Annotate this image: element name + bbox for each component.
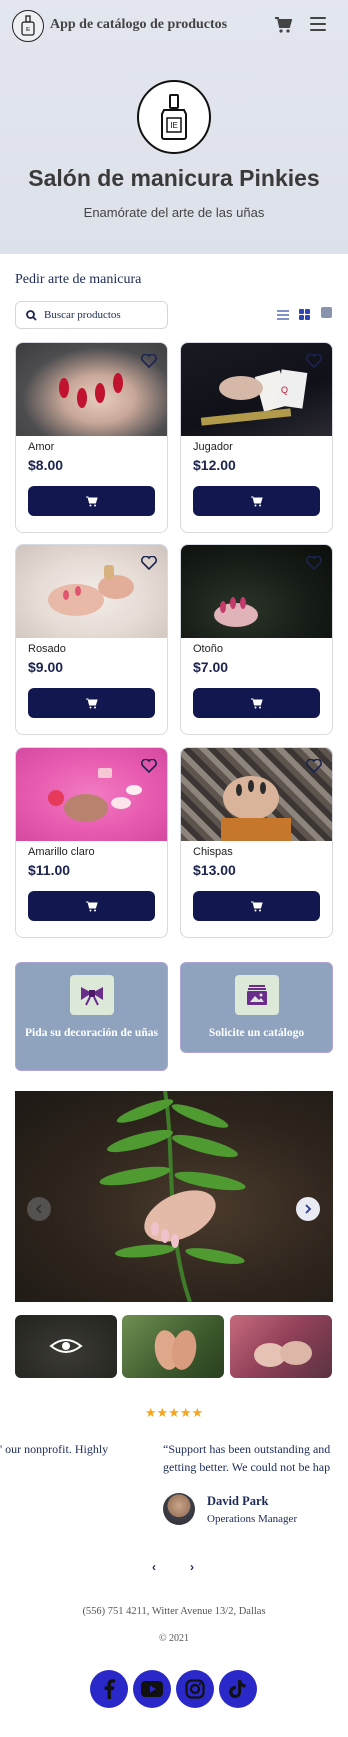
avatar [163, 1493, 195, 1525]
add-to-cart-button[interactable] [28, 688, 155, 718]
rating-stars: ★★★★★ [144, 1405, 204, 1420]
cart-icon [250, 698, 263, 708]
thumbnail[interactable] [230, 1315, 332, 1378]
testimonial-quote-line2: getting better. We could not be hap [163, 1460, 331, 1474]
testimonial-role: Operations Manager [207, 1513, 298, 1525]
footer-copyright: © 2021 [158, 1633, 190, 1644]
fern-hand-image [99, 1091, 246, 1302]
slider-prev-button[interactable] [27, 1197, 51, 1221]
product-card[interactable]: Chispas $13.00 [180, 747, 333, 938]
footer-address: (556) 751 4211, Witter Avenue 13/2, Dall… [82, 1606, 266, 1617]
image-slider[interactable] [15, 1091, 333, 1302]
hero-subtitle: Enamórate del arte de las uñas [83, 205, 265, 220]
youtube-button[interactable] [133, 1670, 171, 1708]
salon-logo-icon: IE [137, 80, 211, 154]
grid-view-icon[interactable] [299, 309, 310, 320]
testimonial-quote-prev: ' our nonprofit. Highly [0, 1442, 109, 1456]
thumbnail-hands-image [154, 1330, 197, 1370]
list-view-icon[interactable] [277, 310, 289, 320]
product-card[interactable]: Rosado $9.00 [15, 544, 168, 735]
cart-icon [85, 698, 98, 708]
svg-text:IE: IE [26, 27, 31, 33]
heart-icon[interactable] [306, 556, 322, 570]
search-input[interactable]: Buscar productos [15, 301, 168, 329]
slider-next-button[interactable] [296, 1197, 320, 1221]
facebook-button[interactable] [90, 1670, 128, 1708]
order-decoration-label: Pida su decoración de uñas [25, 1027, 158, 1039]
heart-icon[interactable] [306, 354, 322, 368]
chevron-left-icon [35, 1204, 42, 1214]
cart-icon [250, 901, 263, 911]
order-decoration-tile[interactable]: Pida su decoración de uñas [15, 962, 168, 1071]
cart-icon [85, 901, 98, 911]
thumbnail[interactable] [122, 1315, 224, 1378]
product-price: $12.00 [193, 457, 236, 473]
product-name: Chispas [193, 846, 233, 858]
request-catalog-tile[interactable]: Solicite un catálogo [180, 962, 333, 1053]
add-to-cart-button[interactable] [193, 688, 320, 718]
product-name: Jugador [193, 441, 233, 453]
product-name: Amarillo claro [28, 846, 95, 858]
chevron-right-icon [305, 1204, 312, 1214]
product-name: Amor [28, 441, 55, 453]
app-title: App de catálogo de productos [50, 17, 228, 32]
add-to-cart-button[interactable] [193, 486, 320, 516]
svg-text:Q: Q [281, 385, 288, 395]
top-bar: IE App de catálogo de productos [0, 0, 348, 50]
hamburger-menu-icon[interactable] [310, 17, 326, 33]
heart-icon[interactable] [141, 759, 157, 773]
thumbnail[interactable] [15, 1315, 117, 1378]
cart-icon [85, 496, 98, 506]
product-price: $11.00 [28, 862, 71, 878]
svg-text:IE: IE [170, 121, 178, 130]
product-name: Rosado [28, 643, 66, 655]
product-card[interactable]: Otoño $7.00 [180, 544, 333, 735]
add-to-cart-button[interactable] [193, 891, 320, 921]
heart-icon[interactable] [141, 556, 157, 570]
heart-icon[interactable] [141, 354, 157, 368]
cart-icon[interactable] [274, 16, 293, 34]
logo-icon[interactable]: IE [12, 10, 44, 42]
facebook-icon [104, 1679, 115, 1699]
bow-icon [70, 975, 114, 1015]
add-to-cart-button[interactable] [28, 486, 155, 516]
product-card[interactable]: Amor $8.00 [15, 342, 168, 533]
section-title: Pedir arte de manicura [15, 272, 142, 287]
product-card[interactable]: Q Jugador $12.00 [180, 342, 333, 533]
tiktok-icon [229, 1680, 246, 1698]
search-icon [26, 310, 37, 321]
thumbnail-hands-image [254, 1341, 312, 1367]
product-price: $7.00 [193, 659, 229, 675]
testimonial-next-button[interactable]: › [190, 1560, 194, 1574]
eye-icon [49, 1339, 83, 1353]
product-card[interactable]: Amarillo claro $11.00 [15, 747, 168, 938]
tiktok-button[interactable] [219, 1670, 257, 1708]
product-price: $13.00 [193, 862, 236, 878]
instagram-icon [185, 1679, 205, 1699]
hero-title: Salón de manicura Pinkies [28, 165, 320, 191]
single-view-icon[interactable] [321, 307, 332, 318]
product-price: $9.00 [28, 659, 64, 675]
request-catalog-label: Solicite un catálogo [208, 1027, 305, 1039]
testimonial-prev-button[interactable]: ‹ [152, 1560, 156, 1574]
heart-icon[interactable] [306, 759, 322, 773]
search-placeholder: Buscar productos [44, 309, 121, 321]
testimonial-quote-line1: “Support has been outstanding and [163, 1442, 331, 1456]
catalog-icon [235, 975, 279, 1015]
testimonial-name: David Park [207, 1494, 269, 1508]
instagram-button[interactable] [176, 1670, 214, 1708]
add-to-cart-button[interactable] [28, 891, 155, 921]
product-price: $8.00 [28, 457, 64, 473]
cart-icon [250, 496, 263, 506]
youtube-icon [141, 1681, 163, 1697]
product-name: Otoño [193, 643, 223, 655]
